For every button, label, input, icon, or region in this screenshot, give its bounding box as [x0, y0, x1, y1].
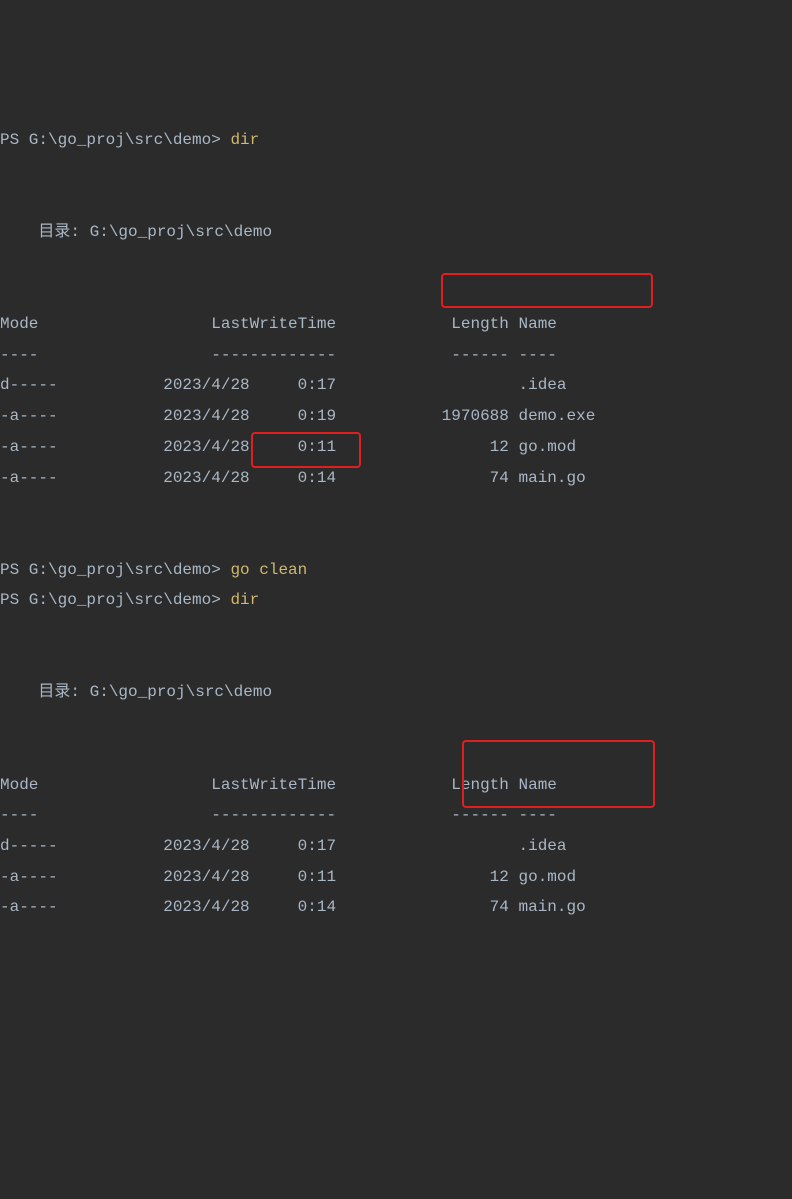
col-header-mode-2: Mode LastWriteTime Length Name — [0, 776, 557, 794]
col-header-mode: Mode LastWriteTime Length Name — [0, 315, 557, 333]
ps-prompt: PS G:\go_proj\src\demo> — [0, 561, 230, 579]
directory-header-1: 目录: G:\go_proj\src\demo — [38, 223, 272, 241]
listing-rows-1: d----- 2023/4/28 0:17 .idea -a---- 2023/… — [0, 376, 595, 486]
terminal-output[interactable]: PS G:\go_proj\src\demo> dir 目录: G:\go_pr… — [0, 123, 792, 923]
command-go-clean: go clean — [230, 561, 307, 579]
ps-prompt: PS G:\go_proj\src\demo> — [0, 131, 230, 149]
command-dir-2: dir — [230, 591, 259, 609]
listing-rows-2: d----- 2023/4/28 0:17 .idea -a---- 2023/… — [0, 837, 586, 916]
ps-prompt: PS G:\go_proj\src\demo> — [0, 591, 230, 609]
directory-header-2: 目录: G:\go_proj\src\demo — [38, 683, 272, 701]
command-dir-1: dir — [230, 131, 259, 149]
col-sep: ---- ------------- ------ ---- — [0, 346, 557, 364]
col-sep-2: ---- ------------- ------ ---- — [0, 806, 557, 824]
